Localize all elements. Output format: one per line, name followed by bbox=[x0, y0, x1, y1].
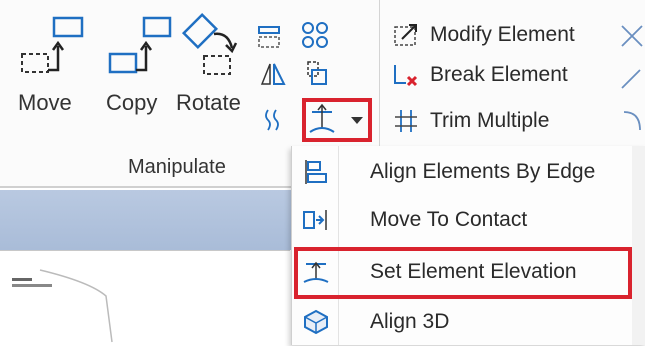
drawing-sketch bbox=[12, 269, 113, 343]
extend-icon[interactable] bbox=[618, 64, 645, 92]
menu-item-align-elements-by-edge[interactable]: Align Elements By Edge bbox=[292, 148, 645, 196]
rotate-button[interactable]: Rotate bbox=[176, 12, 248, 122]
menu-item-label: Align Elements By Edge bbox=[370, 160, 596, 183]
break-element-button[interactable]: Break Element bbox=[392, 58, 568, 92]
move-label: Move bbox=[18, 90, 72, 115]
modify-element-label: Modify Element bbox=[430, 23, 575, 46]
scale-icon[interactable] bbox=[302, 58, 332, 90]
drawing-area-border bbox=[0, 250, 290, 251]
rotate-icon bbox=[181, 12, 238, 75]
trim-multiple-button[interactable]: Trim Multiple bbox=[392, 104, 549, 138]
elevation-tools-dropdown[interactable] bbox=[302, 98, 372, 142]
align-3d-icon bbox=[304, 309, 328, 335]
menu-scroll-edge bbox=[632, 146, 645, 345]
menu-item-move-to-contact[interactable]: Move To Contact bbox=[292, 196, 645, 244]
trim-icon[interactable] bbox=[618, 22, 645, 50]
break-element-label: Break Element bbox=[430, 63, 568, 86]
highlight-set-element-elevation bbox=[294, 247, 632, 299]
copy-button[interactable]: Copy bbox=[106, 12, 178, 122]
mirror-copy-icon[interactable] bbox=[256, 24, 286, 54]
move-button[interactable]: Move bbox=[18, 12, 90, 122]
array-icon[interactable] bbox=[300, 20, 332, 52]
copy-icon bbox=[108, 16, 172, 74]
group-label-manipulate: Manipulate bbox=[128, 156, 226, 178]
modify-element-icon bbox=[394, 24, 417, 46]
align-by-edge-icon bbox=[305, 160, 327, 184]
trim-multiple-label: Trim Multiple bbox=[430, 109, 550, 132]
move-icon bbox=[21, 16, 84, 73]
trim-multiple-icon bbox=[395, 110, 417, 132]
mirror-icon[interactable] bbox=[258, 58, 288, 90]
rotate-label: Rotate bbox=[176, 90, 241, 115]
menu-item-align-3d[interactable]: Align 3D bbox=[292, 298, 645, 346]
copy-label: Copy bbox=[106, 90, 158, 115]
move-to-contact-icon bbox=[303, 210, 327, 230]
menu-item-label: Align 3D bbox=[370, 310, 450, 333]
chevron-down-icon bbox=[351, 117, 363, 124]
menu-item-label: Move To Contact bbox=[370, 208, 528, 231]
modify-element-button[interactable]: Modify Element bbox=[392, 18, 575, 52]
stretch-icon[interactable] bbox=[258, 104, 288, 136]
elevation-dropdown-menu: Align Elements By Edge Move To Contact S… bbox=[291, 146, 645, 345]
fillet-icon[interactable] bbox=[618, 108, 645, 136]
break-element-icon bbox=[394, 65, 418, 87]
